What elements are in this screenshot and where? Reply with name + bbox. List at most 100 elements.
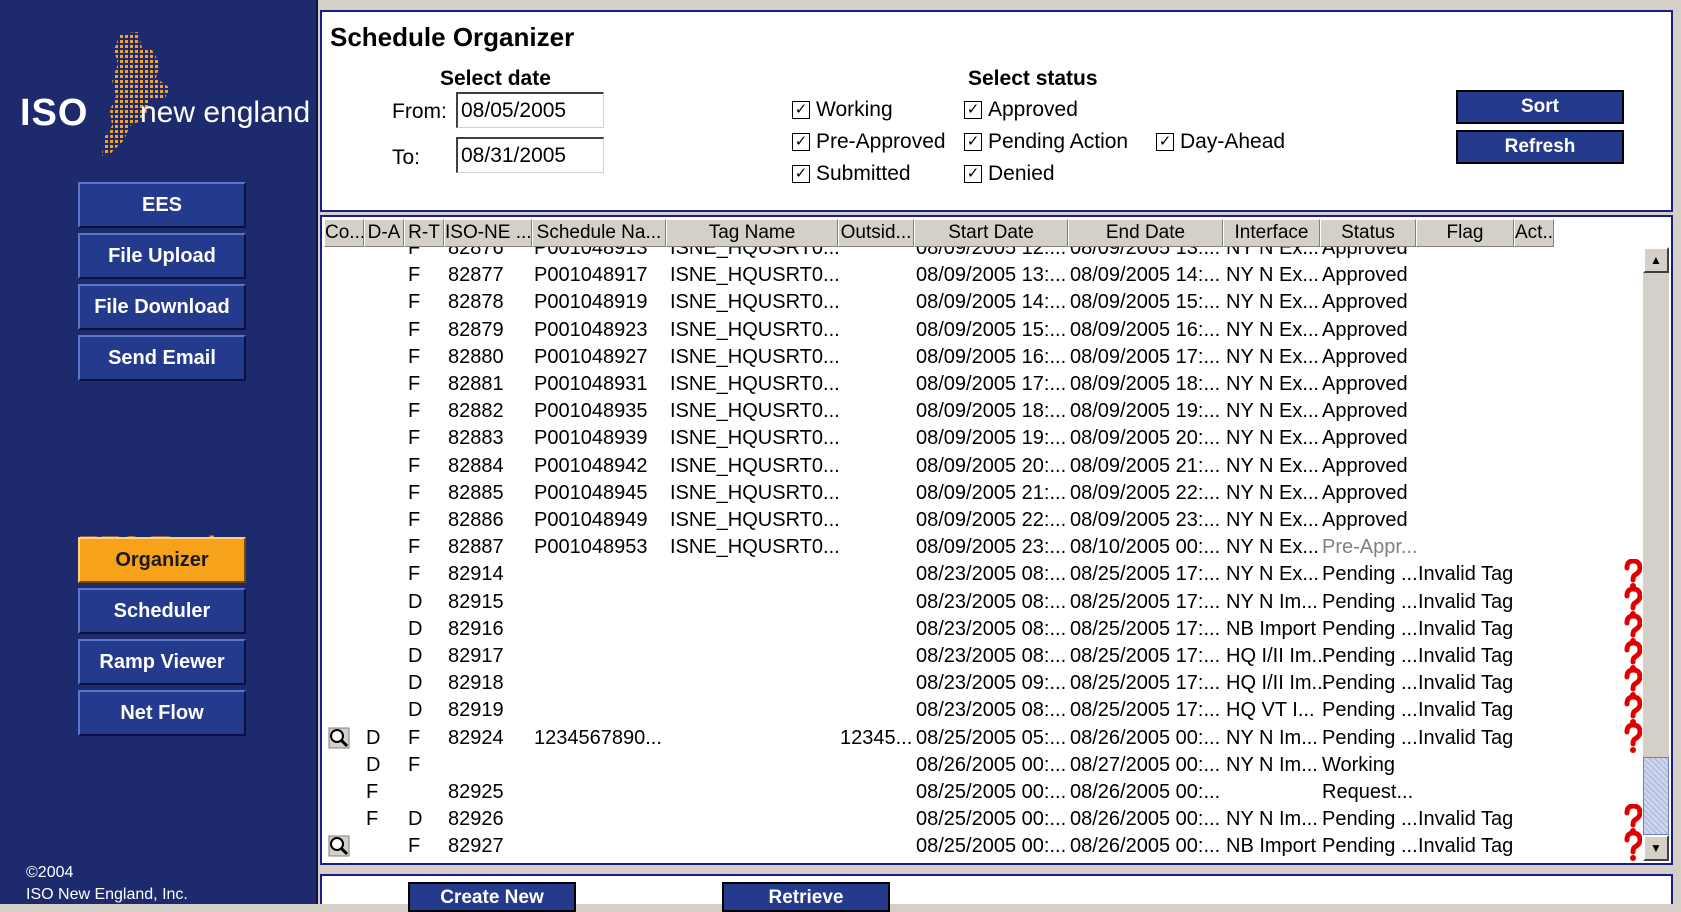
table-row[interactable]: F 82914 08/23/2005 08:... 08/25/2005 17:...… bbox=[324, 559, 1642, 590]
cell-start: 08/23/2005 08:... bbox=[916, 617, 1067, 640]
status-pending-action-checkbox[interactable]: ✓ Pending Action bbox=[964, 130, 1128, 154]
checkbox-checked-icon: ✓ bbox=[964, 165, 982, 183]
cell-start: 08/23/2005 08:... bbox=[916, 645, 1067, 667]
status-denied-checkbox[interactable]: ✓ Denied bbox=[964, 162, 1055, 186]
column-header[interactable]: Flag bbox=[1416, 219, 1514, 247]
table-row[interactable]: F 82927 08/25/2005 00:... 08/26/2005 00:...… bbox=[324, 831, 1642, 861]
cell-end: 08/09/2005 22:... bbox=[1070, 481, 1221, 504]
table-row[interactable]: F 82884 P001048942 ISNE_HQUSRT0... 08/09/200… bbox=[324, 453, 1642, 480]
nav-ees-button[interactable]: EES bbox=[78, 182, 246, 228]
sidebar: ISO new england EES File Upload File Dow… bbox=[0, 0, 318, 904]
column-header[interactable]: Schedule Na... bbox=[532, 219, 666, 247]
status-working-checkbox[interactable]: ✓ Working bbox=[792, 98, 893, 122]
table-row[interactable]: F D 82926 08/25/2005 00:... 08/26/2005 00:..… bbox=[324, 804, 1642, 835]
scroll-thumb[interactable] bbox=[1643, 757, 1669, 835]
cell-start: 08/09/2005 19:... bbox=[916, 427, 1067, 450]
cell-end: 08/09/2005 23:... bbox=[1070, 509, 1221, 531]
table-row[interactable]: F 82882 P001048935 ISNE_HQUSRT0... 08/09/200… bbox=[324, 398, 1642, 425]
table-row[interactable]: F 82880 P001048927 ISNE_HQUSRT0... 08/09/200… bbox=[324, 344, 1642, 371]
table-row[interactable]: F 82879 P001048923 ISNE_HQUSRT0... 08/09/200… bbox=[324, 317, 1642, 344]
create-new-button[interactable]: Create New bbox=[408, 882, 576, 912]
status-day-ahead-checkbox[interactable]: ✓ Day-Ahead bbox=[1156, 130, 1285, 154]
cell-rt: F bbox=[408, 264, 421, 287]
nav-send-email-button[interactable]: Send Email bbox=[78, 335, 246, 381]
scroll-down-button[interactable]: ▼ bbox=[1643, 835, 1669, 861]
nav-organizer-button[interactable]: Organizer bbox=[78, 537, 246, 583]
cell-start: 08/09/2005 12:... bbox=[916, 247, 1067, 259]
status-pre-approved-label: Pre-Approved bbox=[816, 130, 946, 153]
cell-start: 08/09/2005 15:... bbox=[916, 318, 1067, 341]
column-header[interactable]: Tag Name bbox=[666, 219, 838, 247]
invalid-flag-question-icon[interactable] bbox=[1622, 613, 1642, 644]
scroll-up-button[interactable]: ▲ bbox=[1643, 247, 1669, 273]
cell-iso: 82925 bbox=[448, 781, 504, 803]
cell-start: 08/26/2005 00:... bbox=[916, 753, 1067, 776]
column-header[interactable]: ISO-NE ... bbox=[444, 219, 532, 247]
table-row[interactable]: F 82883 P001048939 ISNE_HQUSRT0... 08/09/200… bbox=[324, 425, 1642, 452]
cell-rt: F bbox=[408, 454, 421, 477]
select-date-heading: Select date bbox=[440, 67, 551, 90]
invalid-flag-question-icon[interactable] bbox=[1622, 641, 1642, 671]
column-header[interactable]: R-T bbox=[404, 219, 444, 247]
invalid-flag-question-icon[interactable] bbox=[1622, 831, 1642, 861]
cell-da: D bbox=[366, 753, 381, 776]
table-row[interactable]: D 82916 08/23/2005 08:... 08/25/2005 17:...… bbox=[324, 613, 1642, 644]
status-day-ahead-label: Day-Ahead bbox=[1180, 130, 1286, 153]
table-row[interactable]: F 82877 P001048917 ISNE_HQUSRT0... 08/09/200… bbox=[324, 262, 1642, 289]
table-row[interactable]: D F 82924 1234567890... 12345... 08/25/2005 0… bbox=[324, 722, 1642, 753]
nav-net-flow-button[interactable]: Net Flow bbox=[78, 690, 246, 736]
nav-scheduler-button[interactable]: Scheduler bbox=[78, 588, 246, 634]
magnifier-icon[interactable] bbox=[328, 727, 350, 749]
table-row[interactable]: F 82885 P001048945 ISNE_HQUSRT0... 08/09/200… bbox=[324, 480, 1642, 507]
column-header[interactable]: End Date bbox=[1068, 219, 1223, 247]
invalid-flag-question-icon[interactable] bbox=[1622, 695, 1642, 726]
table-row[interactable]: D 82918 08/23/2005 09:... 08/25/2005 17:...… bbox=[324, 668, 1642, 699]
cell-end: 08/26/2005 00:... bbox=[1070, 835, 1221, 858]
column-header[interactable]: Act... bbox=[1514, 219, 1554, 247]
invalid-flag-question-icon[interactable] bbox=[1622, 586, 1642, 617]
cell-rt: D bbox=[408, 617, 423, 640]
vertical-scrollbar[interactable]: ▲ ▼ bbox=[1643, 247, 1669, 861]
table-row[interactable]: F 82876 P001048913 ISNE_HQUSRT0... 08/09/200… bbox=[324, 247, 1642, 262]
cell-start: 08/09/2005 17:... bbox=[916, 373, 1067, 395]
column-header[interactable]: Co... bbox=[324, 219, 364, 247]
cell-rt: F bbox=[408, 318, 421, 341]
cell-status: Approved bbox=[1322, 454, 1408, 477]
status-pre-approved-checkbox[interactable]: ✓ Pre-Approved bbox=[792, 130, 946, 154]
invalid-flag-question-icon[interactable] bbox=[1622, 722, 1642, 753]
table-row[interactable]: D 82919 08/23/2005 08:... 08/25/2005 17:...… bbox=[324, 695, 1642, 726]
invalid-flag-question-icon[interactable] bbox=[1622, 668, 1642, 699]
table-row[interactable]: F 82886 P001048949 ISNE_HQUSRT0... 08/09/200… bbox=[324, 507, 1642, 534]
table-row[interactable]: D 82917 08/23/2005 08:... 08/25/2005 17:...… bbox=[324, 641, 1642, 671]
status-approved-checkbox[interactable]: ✓ Approved bbox=[964, 98, 1078, 122]
from-date-input[interactable] bbox=[456, 92, 604, 128]
bottom-bar: Create New Retrieve bbox=[320, 874, 1673, 912]
nav-file-download-button[interactable]: File Download bbox=[78, 284, 246, 330]
refresh-button[interactable]: Refresh bbox=[1456, 130, 1624, 164]
column-header[interactable]: Outsid... bbox=[838, 219, 914, 247]
column-header[interactable]: Status bbox=[1320, 219, 1416, 247]
to-date-input[interactable] bbox=[456, 137, 604, 173]
invalid-flag-question-icon[interactable] bbox=[1622, 804, 1642, 835]
sort-button[interactable]: Sort bbox=[1456, 90, 1624, 124]
table-row[interactable]: F 82925 08/25/2005 00:... 08/26/2005 00:...… bbox=[324, 779, 1642, 806]
retrieve-button[interactable]: Retrieve bbox=[722, 882, 890, 912]
table-row[interactable]: F 82878 P001048919 ISNE_HQUSRT0... 08/09/200… bbox=[324, 289, 1642, 316]
cell-start: 08/23/2005 08:... bbox=[916, 590, 1067, 613]
column-header[interactable]: Interface bbox=[1223, 219, 1320, 247]
nav-ramp-viewer-button[interactable]: Ramp Viewer bbox=[78, 639, 246, 685]
table-row[interactable]: F 82887 P001048953 ISNE_HQUSRT0... 08/09/200… bbox=[324, 534, 1642, 561]
cell-flag: Invalid Tag bbox=[1418, 617, 1514, 640]
column-header[interactable]: Start Date bbox=[914, 219, 1068, 247]
nav-file-upload-button[interactable]: File Upload bbox=[78, 233, 246, 279]
column-header[interactable]: D-A bbox=[364, 219, 404, 247]
status-submitted-checkbox[interactable]: ✓ Submitted bbox=[792, 162, 911, 186]
cell-end: 08/09/2005 17:... bbox=[1070, 345, 1221, 368]
invalid-flag-question-icon[interactable] bbox=[1622, 559, 1642, 590]
magnifier-icon[interactable] bbox=[328, 835, 350, 857]
table-row[interactable]: D 82915 08/23/2005 08:... 08/25/2005 17:...… bbox=[324, 586, 1642, 617]
cell-tag: ISNE_HQUSRT0... bbox=[670, 536, 840, 559]
cell-rt: F bbox=[408, 753, 421, 776]
table-row[interactable]: D F 08/26/2005 00:... 08/27/2005 00:... NY N… bbox=[324, 752, 1642, 779]
table-row[interactable]: F 82881 P001048931 ISNE_HQUSRT0... 08/09/200… bbox=[324, 371, 1642, 398]
